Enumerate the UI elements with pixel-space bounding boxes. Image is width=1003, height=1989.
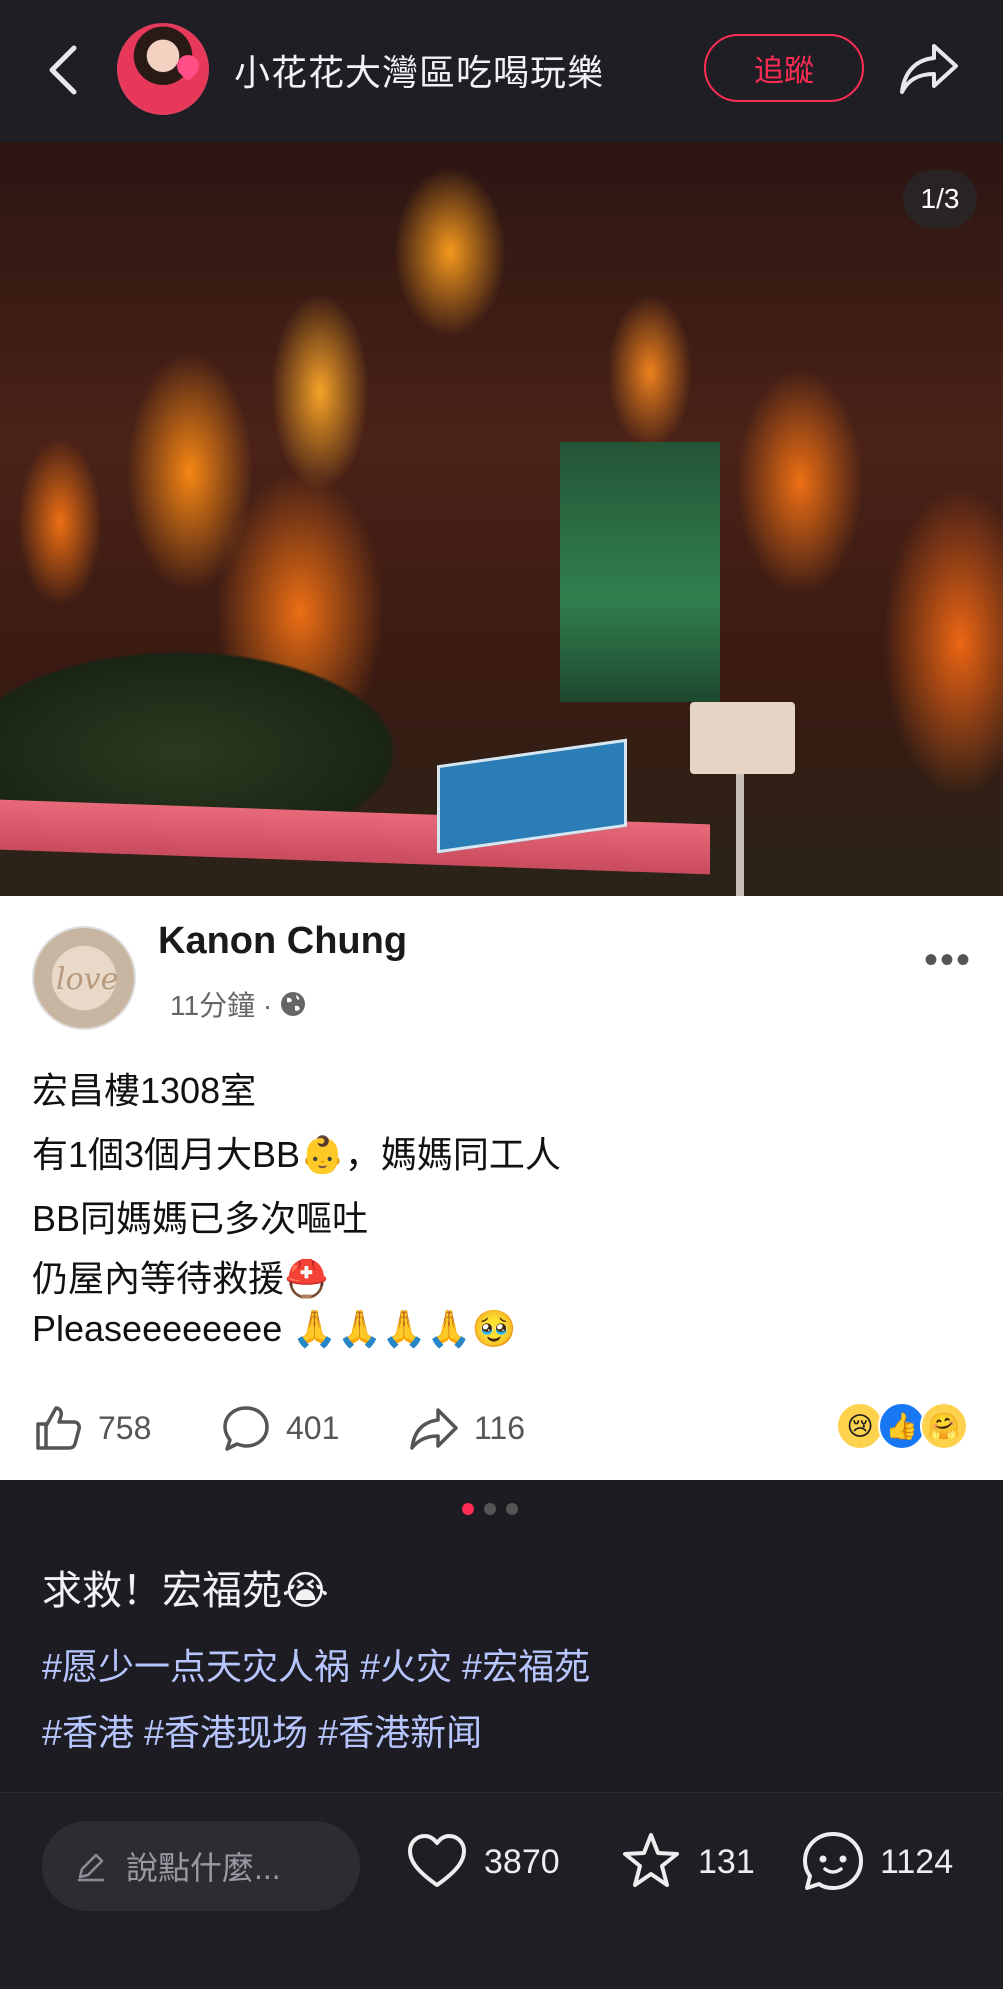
comment-button[interactable]: 1124: [800, 1829, 953, 1895]
globe-icon: [281, 992, 306, 1016]
like-count: 3870: [484, 1842, 560, 1881]
fb-like-stat: 758: [32, 1402, 151, 1454]
back-arrow-icon[interactable]: [42, 40, 90, 100]
like-button[interactable]: 3870: [404, 1829, 560, 1895]
hashtag-line[interactable]: #香港 #香港现场 #香港新闻: [42, 1700, 590, 1766]
fb-share-count: 116: [474, 1409, 526, 1446]
reaction-icons: 😢 👍 🤗: [836, 1402, 968, 1450]
heart-icon: [172, 50, 204, 82]
thumbs-up-icon: [36, 1406, 81, 1450]
author-avatar[interactable]: [117, 23, 209, 115]
follow-button[interactable]: 追蹤: [704, 34, 864, 102]
share-arrow-icon[interactable]: [898, 40, 960, 96]
heart-icon: [408, 1834, 466, 1887]
post-title: 求救！宏福苑😭: [42, 1569, 329, 1613]
collect-count: 131: [698, 1842, 755, 1881]
carousel-dot-active: [462, 1503, 474, 1515]
carousel-indicator: [462, 1503, 518, 1515]
avatar-balloon-text: love: [56, 962, 119, 997]
fb-post-meta: 11分鐘 ·: [170, 984, 308, 1024]
fb-comment-stat: 401: [220, 1402, 339, 1454]
top-nav-bar: 小花花大灣區吃喝玩樂 追蹤: [0, 0, 1003, 142]
like-reaction-icon: 👍: [878, 1402, 926, 1450]
carousel-dot: [484, 1503, 496, 1515]
author-name[interactable]: 小花花大灣區吃喝玩樂: [234, 44, 604, 96]
fb-comment-count: 401: [286, 1409, 340, 1446]
collect-button[interactable]: 131: [618, 1829, 755, 1895]
fb-user-name: Kanon Chung: [158, 920, 408, 962]
post-text-line: Pleaseeeeeeee 🙏🙏🙏🙏🥹: [32, 1308, 517, 1349]
facebook-post-card: love Kanon Chung 11分鐘 · ••• 宏昌樓1308室 有1個…: [0, 896, 1003, 1480]
image-page-counter: 1/3: [903, 170, 977, 228]
star-icon: [623, 1833, 679, 1887]
pencil-icon: [78, 1853, 104, 1882]
hashtag-line[interactable]: #愿少一点天灾人祸 #火灾 #宏福苑: [42, 1634, 590, 1700]
fb-user-avatar: love: [32, 926, 136, 1030]
post-text-line: 有1個3個月大BB👶，媽媽同工人: [32, 1134, 561, 1175]
fb-like-count: 758: [98, 1409, 152, 1446]
comment-count: 1124: [880, 1842, 954, 1881]
comment-input[interactable]: 說點什麼...: [42, 1821, 360, 1911]
fb-post-time: 11分鐘 ·: [170, 990, 273, 1021]
fb-share-stat: 116: [408, 1402, 525, 1454]
share-icon: [410, 1408, 458, 1450]
street-sign: [690, 702, 795, 774]
post-image-building-fire[interactable]: [0, 142, 1003, 896]
more-options-icon: •••: [924, 938, 973, 982]
comment-placeholder: 說點什麼...: [126, 1850, 281, 1886]
post-text-line: BB同媽媽已多次嘔吐: [32, 1198, 369, 1239]
hashtag-list: #愿少一点天灾人祸 #火灾 #宏福苑 #香港 #香港现场 #香港新闻: [42, 1634, 590, 1766]
comment-bubble-icon: [223, 1406, 269, 1451]
chat-bubble-icon: [803, 1832, 863, 1890]
sign-pole: [736, 762, 744, 896]
sad-reaction-icon: 😢: [836, 1402, 884, 1450]
carousel-dot: [506, 1503, 518, 1515]
post-text-line: 仍屋內等待救援⛑️: [32, 1258, 329, 1299]
care-reaction-icon: 🤗: [920, 1402, 968, 1450]
post-text-line: 宏昌樓1308室: [32, 1070, 257, 1111]
bottom-action-bar: 說點什麼... 3870 131 1124: [0, 1792, 1003, 1989]
